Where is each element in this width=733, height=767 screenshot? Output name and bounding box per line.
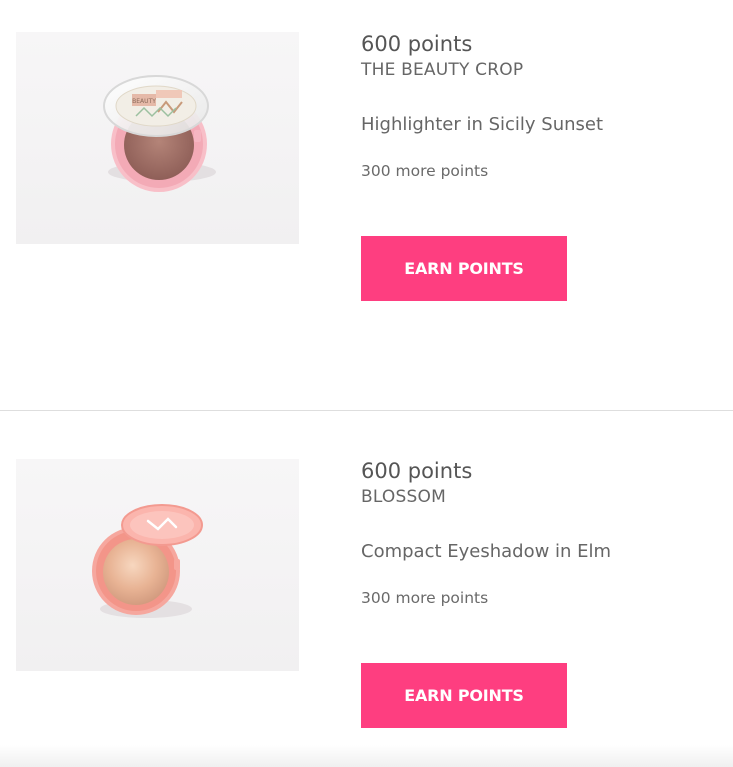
brand-name: THE BEAUTY CROP: [361, 60, 524, 80]
brand-name: BLOSSOM: [361, 487, 446, 507]
reward-card: BEAUTY 600 points THE BEAUTY CROP Highli…: [0, 0, 733, 320]
points-cost: 600 points: [361, 459, 473, 483]
product-name: Compact Eyeshadow in Elm: [361, 541, 612, 562]
earn-points-button[interactable]: EARN POINTS: [361, 663, 567, 728]
bottom-fade: [0, 745, 733, 767]
points-needed: 300 more points: [361, 589, 489, 607]
eyeshadow-compact-icon: [92, 504, 203, 618]
reward-card: 600 points BLOSSOM Compact Eyeshadow in …: [0, 427, 733, 747]
product-image: [16, 459, 299, 671]
reward-info: 600 points BLOSSOM Compact Eyeshadow in …: [361, 457, 721, 728]
earn-points-button[interactable]: EARN POINTS: [361, 236, 567, 301]
product-name: Highlighter in Sicily Sunset: [361, 114, 604, 135]
highlighter-compact-icon: BEAUTY: [103, 75, 216, 192]
product-image: BEAUTY: [16, 32, 299, 244]
points-cost: 600 points: [361, 32, 473, 56]
reward-info: 600 points THE BEAUTY CROP Highlighter i…: [361, 30, 721, 301]
rewards-list: BEAUTY 600 points THE BEAUTY CROP Highli…: [0, 0, 733, 767]
svg-text:BEAUTY: BEAUTY: [132, 98, 156, 105]
points-needed: 300 more points: [361, 162, 489, 180]
divider: [0, 410, 733, 411]
